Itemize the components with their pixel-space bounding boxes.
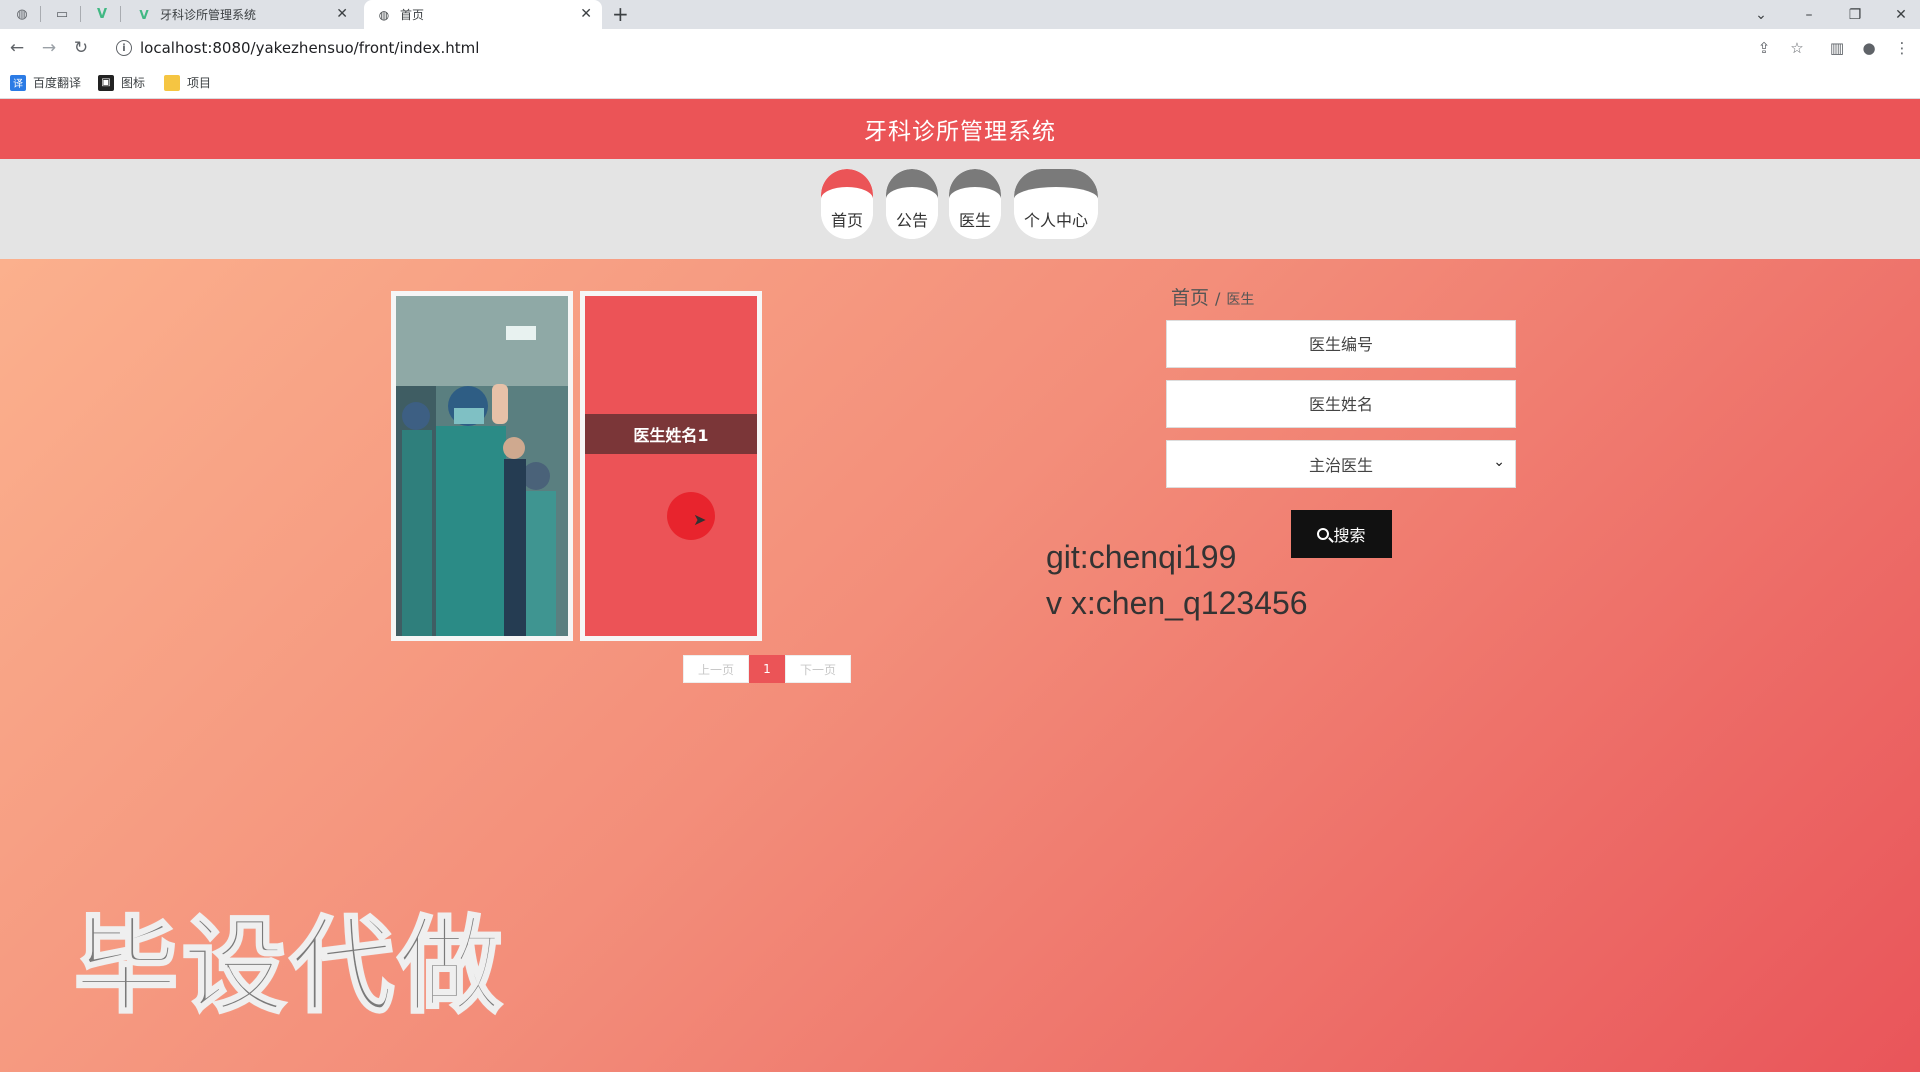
vue-logo-icon[interactable]: V	[92, 4, 112, 24]
url-text: localhost:8080/yakezhensuo/front/index.h…	[140, 39, 480, 57]
translate-icon: 译	[10, 74, 26, 91]
reload-icon[interactable]: ↻	[70, 37, 92, 59]
nav-label: 个人中心	[1023, 211, 1088, 230]
doctor-name: 医生姓名1	[585, 414, 757, 454]
doctor-name-input[interactable]	[1166, 380, 1516, 428]
blank-tab-icon[interactable]: ▭	[52, 4, 72, 24]
search-icon	[1317, 528, 1330, 540]
breadcrumb: 首页 / 医生	[1171, 283, 1254, 310]
site-header: 牙科诊所管理系统	[0, 99, 1920, 159]
nav-label: 首页	[830, 211, 863, 230]
current-page-button[interactable]: 1	[749, 655, 785, 683]
nav-label: 公告	[895, 211, 928, 230]
site-info-icon[interactable]: i	[116, 40, 132, 56]
doctor-card[interactable]: 医生姓名1 ➤	[580, 291, 762, 641]
nav-item-doctor[interactable]: 医生	[949, 169, 1001, 239]
nav-item-notice[interactable]: 公告	[886, 169, 938, 239]
tab-title: 首页	[400, 8, 425, 22]
browser-toolbar: ← → ↻ i localhost:8080/yakezhensuo/front…	[0, 29, 1920, 67]
restore-icon[interactable]: ❐	[1832, 0, 1878, 29]
search-button[interactable]: 搜索	[1291, 510, 1392, 558]
watermark-text: 毕设代做	[72, 904, 507, 1029]
tab-search-icon[interactable]: ⌄	[1738, 0, 1784, 29]
bookmarks-bar: 译 百度翻译 ▣ 图标 项目	[0, 67, 1920, 99]
nav-item-profile[interactable]: 个人中心	[1014, 169, 1098, 239]
search-button-label: 搜索	[1333, 526, 1366, 545]
globe-icon: ◍	[378, 7, 390, 22]
site-title: 牙科诊所管理系统	[864, 119, 1056, 145]
breadcrumb-home[interactable]: 首页	[1171, 283, 1209, 310]
close-icon[interactable]: ✕	[336, 6, 348, 22]
bookmark-label: 百度翻译	[33, 76, 82, 90]
tab-title: 牙科诊所管理系统	[160, 8, 257, 22]
next-page-button[interactable]: 下一页	[785, 655, 851, 683]
contact-wechat: v x:chen_q123456	[1046, 585, 1308, 621]
globe-icon[interactable]: ◍	[12, 4, 32, 24]
tab-home[interactable]: ◍ 首页 ✕	[364, 0, 602, 29]
pagination: 上一页 1 下一页	[683, 655, 851, 683]
bookmark-item[interactable]: 译 百度翻译	[10, 74, 81, 91]
doctor-card-body: 医生姓名1 ➤	[585, 296, 757, 636]
back-icon[interactable]: ←	[6, 37, 28, 59]
doctor-photo	[396, 296, 568, 636]
folder-icon	[164, 74, 180, 91]
contact-git: git:chenqi199	[1046, 539, 1237, 575]
chevron-down-icon: ⌄	[1493, 454, 1505, 470]
tab-admin-system[interactable]: V 牙科诊所管理系统 ✕	[124, 0, 358, 29]
breadcrumb-separator: /	[1215, 289, 1221, 308]
main-nav: 首页 公告 医生 个人中心	[0, 159, 1920, 259]
star-icon[interactable]: ☆	[1785, 36, 1809, 60]
bookmark-item[interactable]: 项目	[164, 74, 211, 91]
image-icon: ▣	[98, 74, 114, 91]
vue-logo-icon: V	[139, 7, 149, 22]
doctor-card-photo[interactable]	[391, 291, 573, 641]
share-icon[interactable]: ⇪	[1752, 36, 1776, 60]
browser-tabstrip: ◍ ▭ V V 牙科诊所管理系统 ✕ ◍ 首页 ✕ + ⌄ – ❐ ✕	[0, 0, 1920, 29]
forward-icon[interactable]: →	[38, 37, 60, 59]
prev-page-button[interactable]: 上一页	[683, 655, 749, 683]
breadcrumb-current: 医生	[1226, 292, 1255, 308]
new-tab-icon[interactable]: +	[612, 2, 629, 26]
profile-icon[interactable]: ●	[1857, 36, 1881, 60]
nav-item-home[interactable]: 首页	[821, 169, 873, 239]
bookmark-item[interactable]: ▣ 图标	[98, 74, 145, 91]
main-content: 医生姓名1 ➤ 上一页 1 下一页 首页 / 医生 主治医生 ⌄ 搜索 git:…	[0, 259, 1920, 1072]
bookmark-label: 项目	[187, 76, 212, 90]
nav-label: 医生	[958, 211, 991, 230]
minimize-icon[interactable]: –	[1786, 0, 1832, 29]
menu-icon[interactable]: ⋮	[1890, 36, 1914, 60]
bookmark-label: 图标	[121, 76, 146, 90]
close-icon[interactable]: ✕	[580, 6, 592, 22]
window-close-icon[interactable]: ✕	[1878, 0, 1920, 29]
cursor-icon: ➤	[693, 510, 707, 529]
doctor-id-input[interactable]	[1166, 320, 1516, 368]
select-value: 主治医生	[1308, 456, 1373, 475]
cursor-highlight	[667, 492, 715, 540]
side-panel-icon[interactable]: ▥	[1825, 36, 1849, 60]
doctor-title-select[interactable]: 主治医生 ⌄	[1166, 440, 1516, 488]
address-bar[interactable]: i localhost:8080/yakezhensuo/front/index…	[106, 33, 1786, 63]
